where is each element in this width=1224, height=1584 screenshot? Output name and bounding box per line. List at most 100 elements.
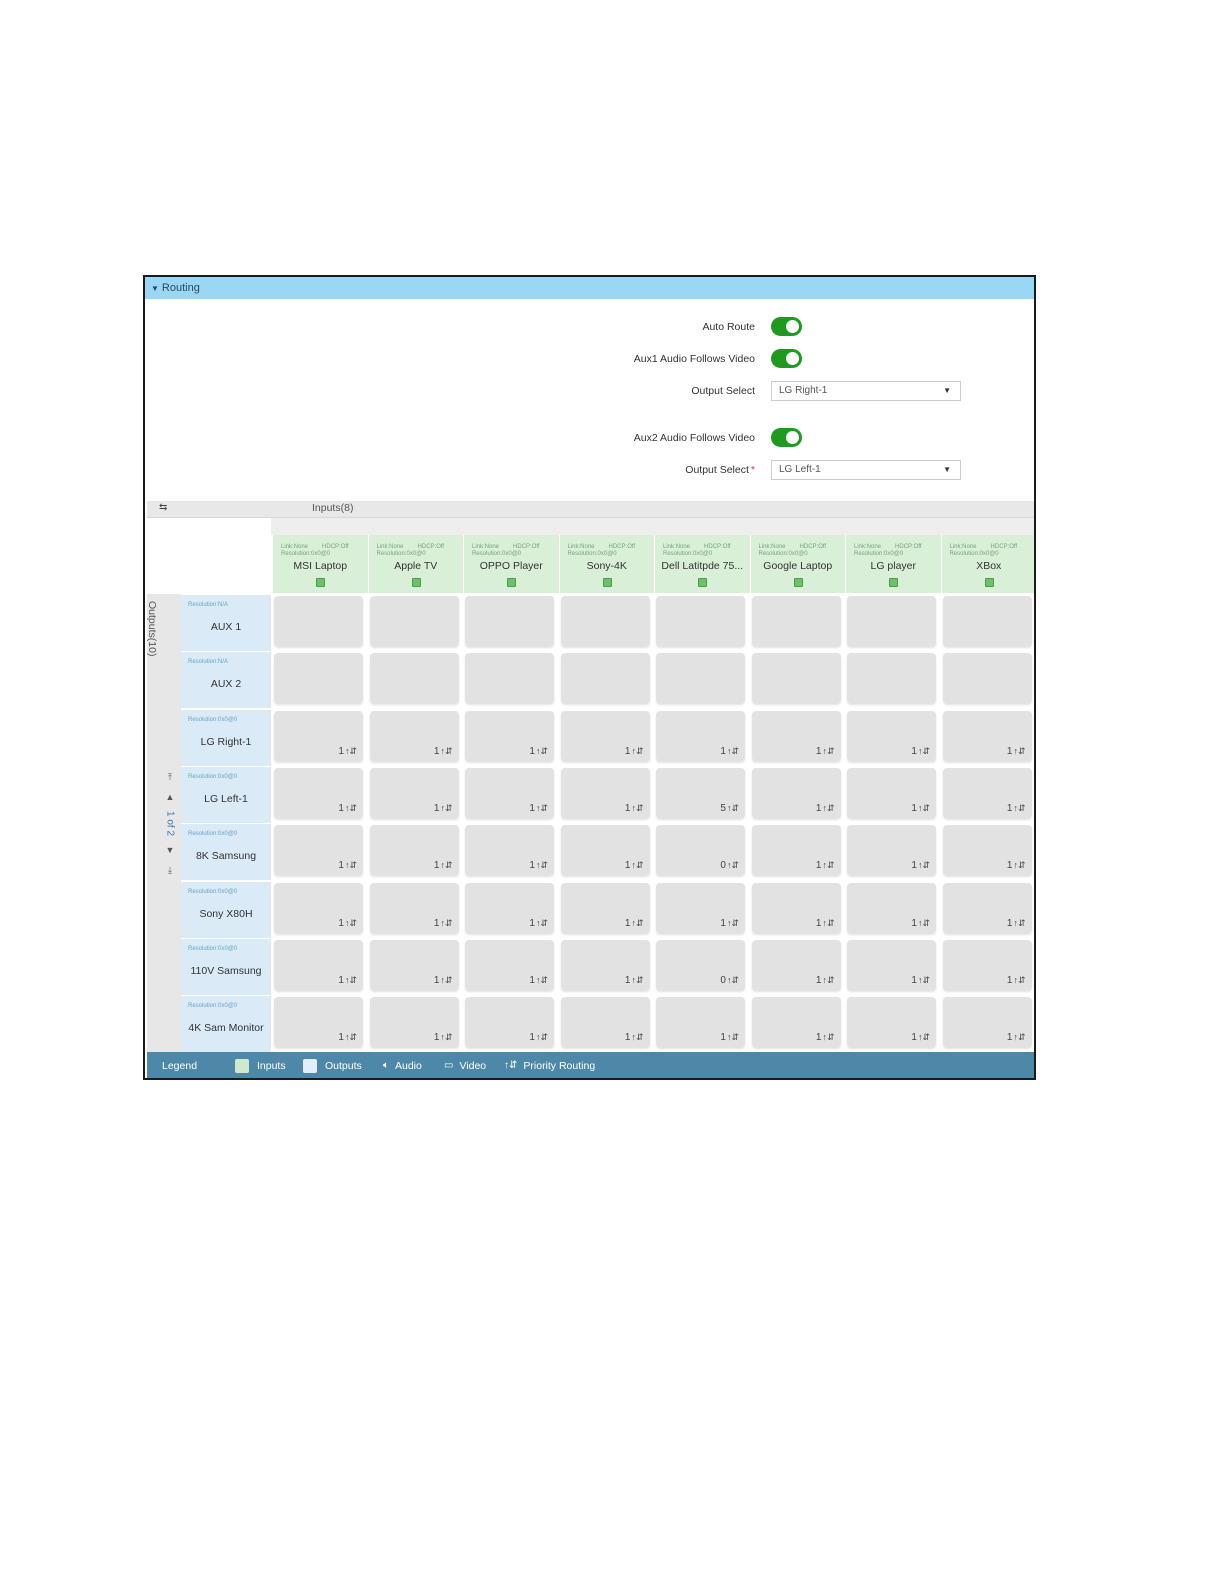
first-page-icon[interactable]: ⤒ xyxy=(161,767,179,787)
route-cell[interactable] xyxy=(465,653,554,704)
output-header[interactable]: Resolution:0x0@0 110V Samsung xyxy=(181,938,271,995)
route-cell[interactable]: 1↑⇵ xyxy=(560,825,650,876)
route-cell[interactable] xyxy=(560,653,650,704)
route-cell[interactable]: 1↑⇵ xyxy=(751,997,841,1048)
input-header[interactable]: Link:None HDCP:Off Resolution:0x0@0 XBox xyxy=(941,535,1034,593)
route-cell[interactable] xyxy=(656,653,745,704)
input-enable-checkbox[interactable] xyxy=(411,578,421,587)
route-cell[interactable]: 1↑⇵ xyxy=(656,710,745,761)
route-cell[interactable] xyxy=(942,653,1032,704)
route-cell[interactable]: 1↑⇵ xyxy=(369,882,459,933)
input-header[interactable]: Link:None HDCP:Off Resolution:0x0@0 OPPO Pl… xyxy=(464,535,559,593)
route-cell[interactable]: 1↑⇵ xyxy=(369,997,459,1048)
output-header[interactable]: Resolution:0x0@0 LG Left-1 xyxy=(181,766,271,823)
route-cell[interactable]: 1↑⇵ xyxy=(465,997,554,1048)
route-cell[interactable]: 1↑⇵ xyxy=(369,939,459,990)
route-cell[interactable]: 1↑⇵ xyxy=(942,825,1032,876)
route-cell[interactable] xyxy=(942,596,1032,646)
input-enable-checkbox[interactable] xyxy=(793,578,803,587)
route-cell[interactable] xyxy=(847,596,936,646)
route-cell[interactable]: 1↑⇵ xyxy=(847,997,936,1048)
route-cell[interactable]: 1↑⇵ xyxy=(847,882,936,933)
input-header[interactable]: Link:None HDCP:Off Resolution:0x0@0 LG play… xyxy=(846,535,941,593)
route-cell[interactable]: 1↑⇵ xyxy=(847,939,936,990)
route-cell[interactable] xyxy=(274,653,363,704)
input-enable-checkbox[interactable] xyxy=(984,578,994,587)
route-cell[interactable]: 1↑⇵ xyxy=(369,825,459,876)
route-cell[interactable] xyxy=(751,653,841,704)
output-header[interactable]: Resolution:N/A AUX 2 xyxy=(181,652,271,709)
route-cell[interactable] xyxy=(751,596,841,646)
route-cell[interactable]: 1↑⇵ xyxy=(847,710,936,761)
output-select-1[interactable]: LG Right-1 ▼ xyxy=(771,381,961,401)
route-cell[interactable]: 1↑⇵ xyxy=(560,882,650,933)
output-header[interactable]: Resolution:0x0@0 4K Sam Monitor xyxy=(181,996,271,1053)
route-cell[interactable]: 1↑⇵ xyxy=(465,939,554,990)
route-cell[interactable]: 1↑⇵ xyxy=(560,767,650,818)
input-header[interactable]: Link:None HDCP:Off Resolution:0x0@0 MSI Lap… xyxy=(273,535,368,593)
next-page-icon[interactable]: ▼ xyxy=(161,840,179,860)
aux2-follows-toggle[interactable] xyxy=(771,428,802,447)
output-header[interactable]: Resolution:0x0@0 Sony X80H xyxy=(181,881,271,938)
route-cell[interactable] xyxy=(369,596,459,646)
input-header[interactable]: Link:None HDCP:Off Resolution:0x0@0 Apple T… xyxy=(368,535,463,593)
route-cell[interactable]: 1↑⇵ xyxy=(274,939,363,990)
route-cell[interactable]: 5↑⇵ xyxy=(656,767,745,818)
route-cell[interactable]: 1↑⇵ xyxy=(274,710,363,761)
swap-view-icon[interactable]: ⇆ xyxy=(159,502,167,513)
output-header[interactable]: Resolution:0x0@0 8K Samsung xyxy=(181,824,271,881)
route-cell[interactable]: 1↑⇵ xyxy=(942,997,1032,1048)
input-enable-checkbox[interactable] xyxy=(316,578,326,587)
output-header[interactable]: Resolution:0x0@0 LG Right-1 xyxy=(181,709,271,766)
input-header[interactable]: Link:None HDCP:Off Resolution:0x0@0 Google … xyxy=(750,535,845,593)
route-cell[interactable]: 1↑⇵ xyxy=(560,939,650,990)
output-select-2[interactable]: LG Left-1 ▼ xyxy=(771,460,961,480)
route-cell[interactable]: 1↑⇵ xyxy=(942,882,1032,933)
input-enable-checkbox[interactable] xyxy=(698,578,708,587)
route-cell[interactable]: 1↑⇵ xyxy=(656,882,745,933)
route-cell[interactable]: 1↑⇵ xyxy=(465,767,554,818)
route-cell[interactable]: 0↑⇵ xyxy=(656,825,745,876)
route-cell[interactable] xyxy=(465,596,554,646)
auto-route-toggle[interactable] xyxy=(771,317,802,336)
route-cell[interactable]: 1↑⇵ xyxy=(465,710,554,761)
route-cell[interactable]: 1↑⇵ xyxy=(274,825,363,876)
route-cell[interactable]: 1↑⇵ xyxy=(847,825,936,876)
route-cell[interactable]: 1↑⇵ xyxy=(274,767,363,818)
route-cell[interactable]: 1↑⇵ xyxy=(274,997,363,1048)
route-cell[interactable]: 1↑⇵ xyxy=(751,939,841,990)
route-cell[interactable]: 1↑⇵ xyxy=(656,997,745,1048)
route-cell[interactable] xyxy=(656,596,745,646)
aux1-follows-toggle[interactable] xyxy=(771,349,802,368)
route-cell[interactable]: 1↑⇵ xyxy=(942,767,1032,818)
last-page-icon[interactable]: ⤓ xyxy=(161,860,179,880)
route-cell[interactable]: 1↑⇵ xyxy=(560,710,650,761)
route-cell[interactable]: 1↑⇵ xyxy=(369,710,459,761)
route-cell[interactable]: 1↑⇵ xyxy=(942,710,1032,761)
input-enable-checkbox[interactable] xyxy=(507,578,517,587)
route-cell[interactable]: 1↑⇵ xyxy=(465,882,554,933)
route-cell[interactable]: 1↑⇵ xyxy=(847,767,936,818)
input-enable-checkbox[interactable] xyxy=(602,578,612,587)
input-header[interactable]: Link:None HDCP:Off Resolution:0x0@0 Sony-4K xyxy=(559,535,654,593)
prev-page-icon[interactable]: ▲ xyxy=(161,787,179,807)
output-header[interactable]: Resolution:N/A AUX 1 xyxy=(181,595,271,651)
route-cell[interactable]: 1↑⇵ xyxy=(369,767,459,818)
route-cell[interactable] xyxy=(274,596,363,646)
input-header[interactable]: Link:None HDCP:Off Resolution:0x0@0 Dell La… xyxy=(655,535,750,593)
route-cell[interactable]: 1↑⇵ xyxy=(942,939,1032,990)
input-enable-checkbox[interactable] xyxy=(889,578,899,587)
route-cell[interactable]: 1↑⇵ xyxy=(751,767,841,818)
route-cell[interactable] xyxy=(369,653,459,704)
route-cell[interactable]: 1↑⇵ xyxy=(465,825,554,876)
routing-header[interactable]: ▼ Routing xyxy=(145,277,1034,299)
route-cell[interactable]: 1↑⇵ xyxy=(751,710,841,761)
route-cell[interactable]: 0↑⇵ xyxy=(656,939,745,990)
route-cell[interactable]: 1↑⇵ xyxy=(751,825,841,876)
collapse-caret-icon[interactable]: ▼ xyxy=(151,284,159,293)
route-cell[interactable]: 1↑⇵ xyxy=(560,997,650,1048)
route-cell[interactable]: 1↑⇵ xyxy=(274,882,363,933)
route-cell[interactable] xyxy=(560,596,650,646)
route-cell[interactable] xyxy=(847,653,936,704)
route-cell[interactable]: 1↑⇵ xyxy=(751,882,841,933)
